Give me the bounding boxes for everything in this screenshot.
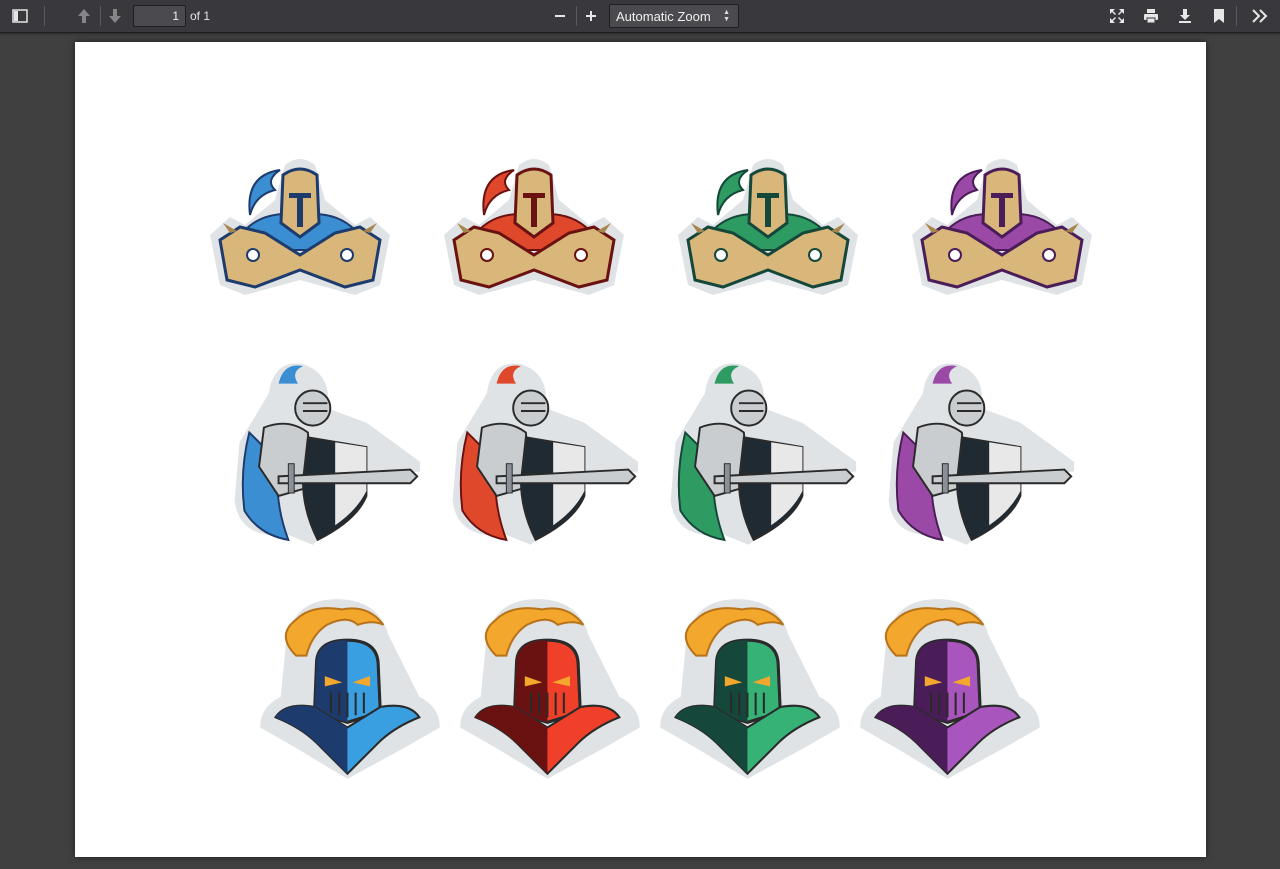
knight-bust-logo-3 [660,599,840,779]
knight-helmet-logo-3 [678,159,858,295]
knight-sword-logo-2 [452,363,639,545]
bookmark-button[interactable] [1206,3,1232,29]
knight-helmet-logo-2 [444,159,624,295]
page-count-label: of 1 [190,9,211,23]
knight-helmet-logo-1 [210,159,390,295]
printer-icon [1144,9,1158,24]
arrow-down-icon [109,9,121,23]
minus-icon [555,15,565,17]
sidebar-toggle-button[interactable] [7,3,33,29]
bookmark-icon [1214,9,1224,23]
zoom-select[interactable]: Automatic Zoom ▲ ▼ [609,4,739,28]
pdf-page [75,42,1206,857]
tools-button[interactable] [1247,3,1273,29]
pdf-toolbar: of 1 Automatic Zoom ▲▼ [0,0,1280,33]
download-button[interactable] [1172,3,1198,29]
download-icon [1179,9,1191,23]
zoom-out-button[interactable] [547,3,573,29]
sidebar-toggle-icon [12,9,28,23]
knight-bust-logo-1 [260,599,440,779]
next-page-button[interactable] [102,3,128,29]
zoom-select-value: Automatic Zoom [616,9,711,24]
double-chevron-right-icon [1252,9,1268,23]
arrow-up-icon [78,9,90,23]
knight-bust-logo-2 [460,599,640,779]
plus-icon [586,11,596,21]
previous-page-button[interactable] [71,3,97,29]
document-viewer[interactable] [0,33,1280,869]
knight-bust-logo-4 [860,599,1040,779]
knight-sword-logo-4 [888,363,1075,545]
select-arrows-icon: ▲ ▼ [723,9,730,23]
zoom-in-button[interactable] [578,3,604,29]
knight-sword-logo-3 [670,363,857,545]
presentation-mode-button[interactable] [1104,3,1130,29]
fullscreen-icon [1110,9,1124,23]
print-button[interactable] [1138,3,1164,29]
knight-sword-logo-1 [234,363,421,545]
page-number-input[interactable] [133,5,186,27]
knight-helmet-logo-4 [912,159,1092,295]
